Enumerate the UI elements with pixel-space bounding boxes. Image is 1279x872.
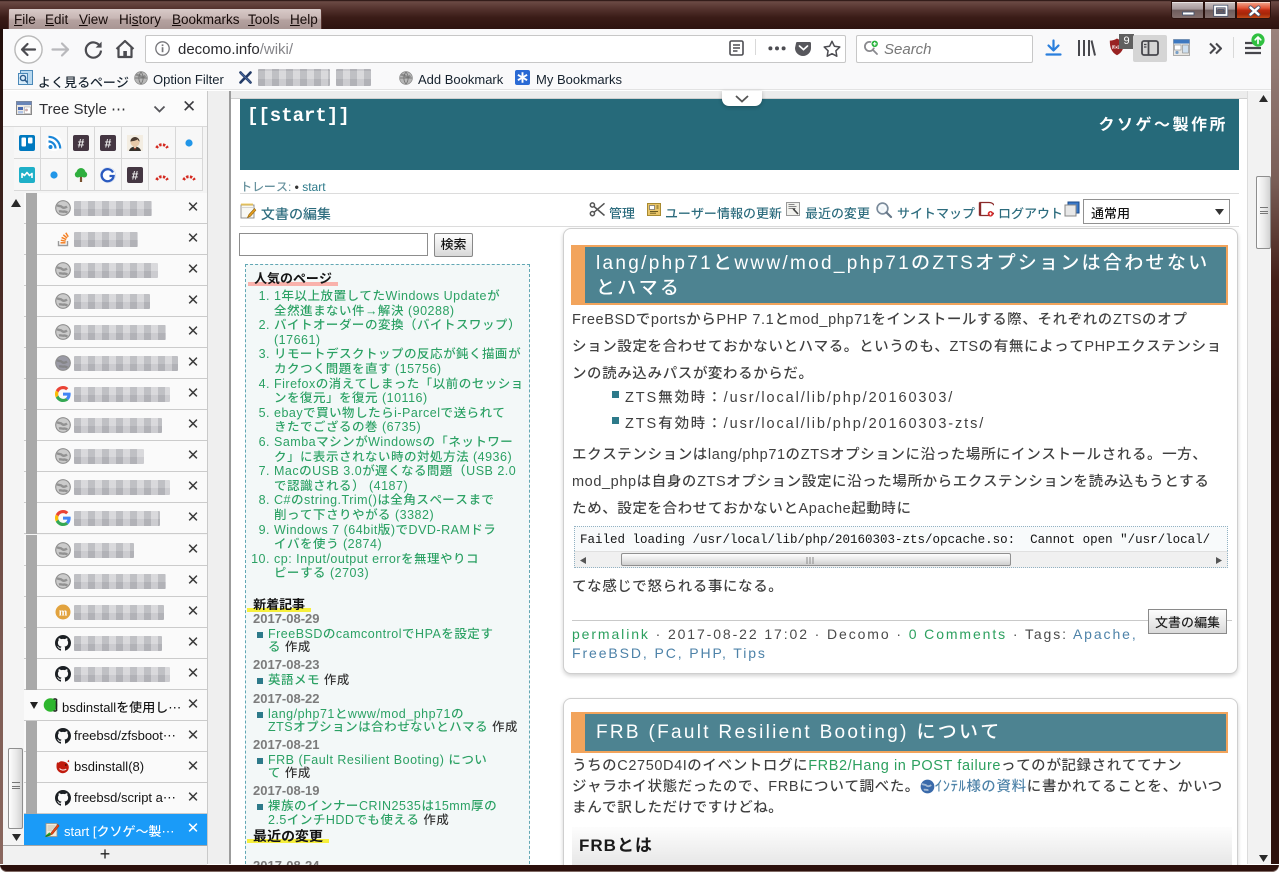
svg-text:#: #	[78, 137, 85, 151]
svg-text:#: #	[105, 137, 112, 151]
svg-text:m: m	[59, 608, 68, 619]
svg-text:#: #	[132, 169, 139, 183]
